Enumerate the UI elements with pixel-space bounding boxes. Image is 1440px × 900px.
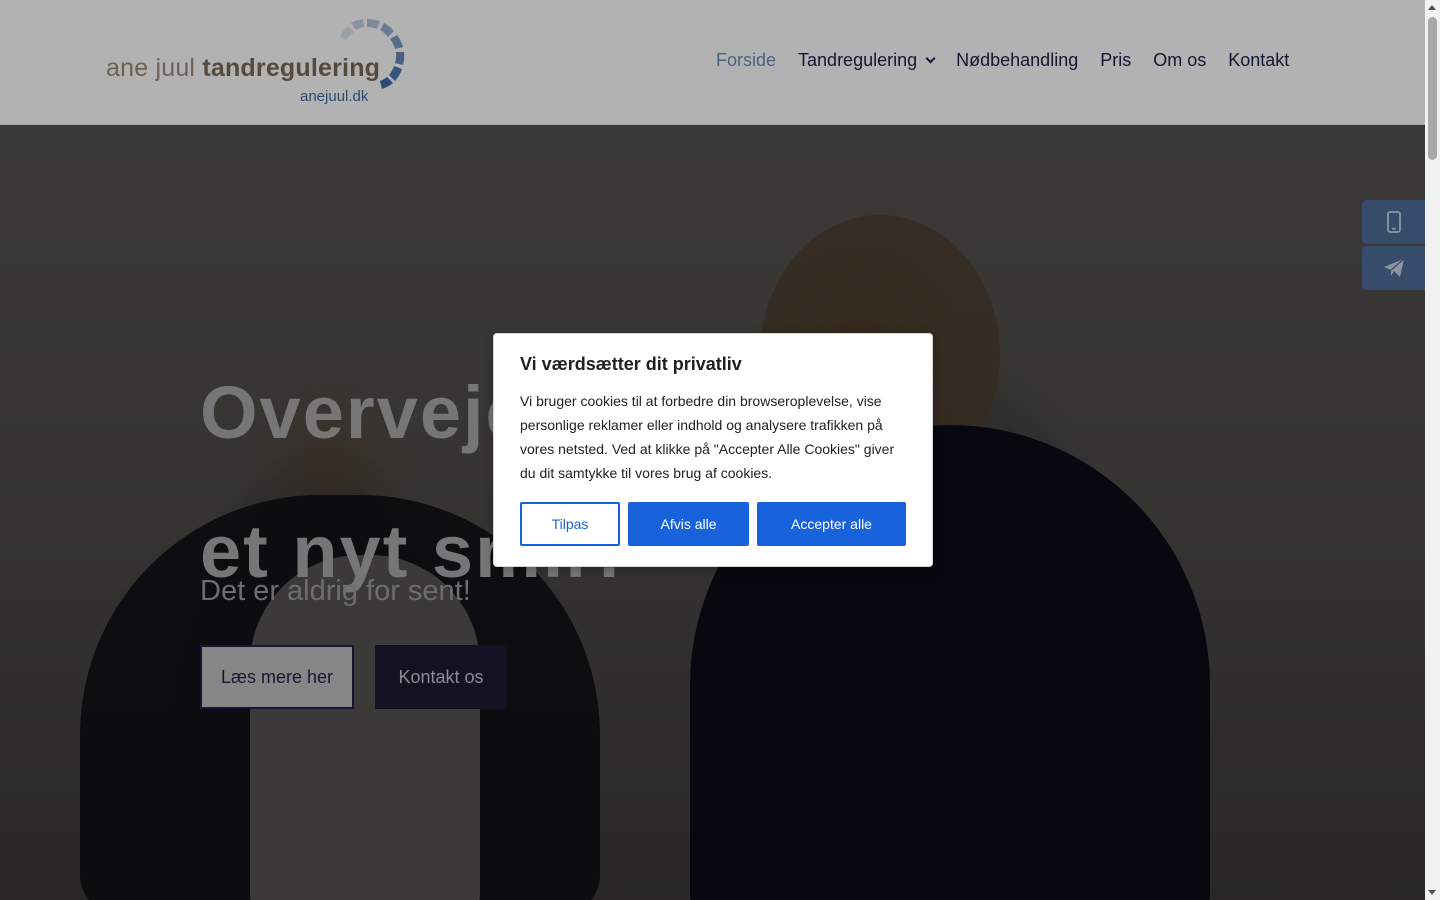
vertical-scrollbar[interactable] bbox=[1425, 0, 1440, 900]
cookie-description: Vi bruger cookies til at forbedre din br… bbox=[520, 393, 895, 481]
accept-all-button[interactable]: Accepter alle bbox=[757, 502, 906, 546]
scrollbar-thumb[interactable] bbox=[1428, 17, 1437, 160]
cookie-title: Vi værdsætter dit privatliv bbox=[520, 354, 742, 374]
scroll-up-icon[interactable] bbox=[1428, 5, 1436, 10]
customize-button[interactable]: Tilpas bbox=[520, 502, 620, 546]
scroll-down-icon[interactable] bbox=[1428, 890, 1436, 895]
cookie-button-row: Tilpas Afvis alle Accepter alle bbox=[520, 502, 906, 546]
reject-all-button[interactable]: Afvis alle bbox=[628, 502, 749, 546]
cookie-consent-dialog: Vi værdsætter dit privatliv Vi bruger co… bbox=[493, 333, 933, 567]
